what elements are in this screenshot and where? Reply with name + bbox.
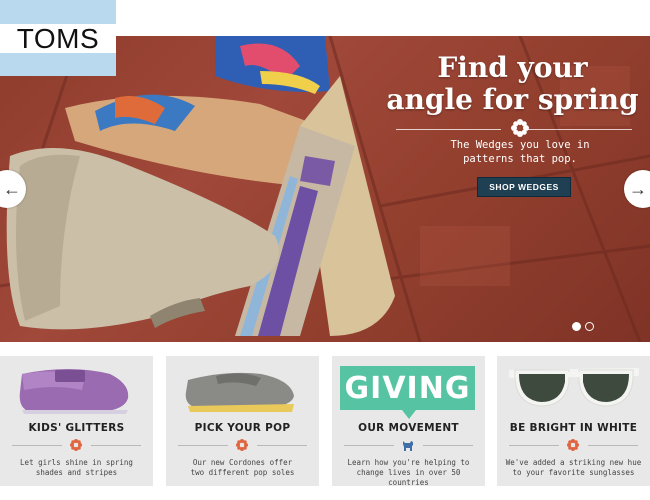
separator-right [91, 445, 141, 446]
separator-right [423, 445, 473, 446]
separator-left [509, 445, 559, 446]
logo-text: TOMS [16, 22, 100, 54]
promo-title: OUR MOVEMENT [358, 422, 459, 434]
separator-left [178, 445, 228, 446]
flower-icon [567, 439, 579, 451]
hero-title-line1: Find your [437, 51, 588, 84]
promo-tiles: KIDS' GLITTERS Let girls shine in spring… [0, 356, 650, 488]
promo-title: KIDS' GLITTERS [28, 422, 125, 434]
hero-title: Find your angle for spring [380, 52, 645, 116]
cordones-shoe-image [185, 372, 294, 412]
promo-desc-line1: Let girls shine in spring [20, 458, 133, 467]
promo-desc-line2: two different pop soles [190, 468, 295, 477]
promo-title: BE BRIGHT IN WHITE [509, 422, 638, 434]
promo-description: Learn how you're helping to change lives… [336, 458, 481, 488]
logo-stripe [0, 0, 116, 24]
sunglasses-image [509, 368, 639, 407]
hero-subtitle-line2: patterns that pop. [463, 153, 577, 165]
flower-icon [70, 439, 82, 451]
separator-left [344, 445, 394, 446]
promo-description: Our new Cordones offer two different pop… [170, 458, 315, 478]
dog-icon [403, 441, 413, 451]
arrow-right-icon: → [629, 178, 647, 199]
logo[interactable]: TOMS [0, 0, 116, 76]
carousel-dot-1[interactable] [572, 322, 581, 331]
promo-title: PICK YOUR POP [194, 422, 291, 434]
divider-line-right [527, 129, 632, 130]
logo-band: TOMS [0, 24, 116, 53]
separator-right [257, 445, 307, 446]
promo-desc-line1: Learn how you're helping to [347, 458, 470, 467]
promo-desc-line1: We've added a striking new hue [505, 458, 642, 467]
carousel-dot-2[interactable] [585, 322, 594, 331]
promo-desc-line1: Our new Cordones offer [192, 458, 293, 467]
hero-banner[interactable]: Find your angle for spring The Wedges yo… [0, 36, 650, 342]
separator-right [588, 445, 638, 446]
promo-desc-line2: change lives in over 50 countries [356, 468, 461, 487]
promo-pick-your-pop[interactable]: PICK YOUR POP Our new Cordones offer two… [166, 356, 319, 486]
flower-icon [236, 439, 248, 451]
separator-left [12, 445, 62, 446]
divider-line-left [396, 129, 501, 130]
giving-badge: GIVING [340, 366, 475, 410]
hero-subtitle: The Wedges you love in patterns that pop… [420, 138, 620, 166]
glitter-shoe-image [19, 369, 129, 414]
promo-desc-line2: shades and stripes [35, 468, 118, 477]
arrow-left-icon: ← [3, 178, 21, 199]
carousel-dots [572, 322, 594, 331]
promo-description: We've added a striking new hue to your f… [501, 458, 646, 478]
hero-title-line2: angle for spring [386, 83, 639, 116]
shop-wedges-button[interactable]: SHOP WEDGES [477, 177, 571, 197]
hero-subtitle-line1: The Wedges you love in [450, 139, 590, 151]
promo-description: Let girls shine in spring shades and str… [4, 458, 149, 478]
giving-badge-tail [402, 410, 416, 419]
promo-desc-line2: to your favorite sunglasses [512, 468, 635, 477]
flower-icon [511, 119, 529, 137]
promo-bright-in-white[interactable]: BE BRIGHT IN WHITE We've added a strikin… [497, 356, 650, 486]
promo-kids-glitters[interactable]: KIDS' GLITTERS Let girls shine in spring… [0, 356, 153, 486]
promo-our-movement[interactable]: GIVING OUR MOVEMENT Learn how you're hel… [332, 356, 485, 488]
